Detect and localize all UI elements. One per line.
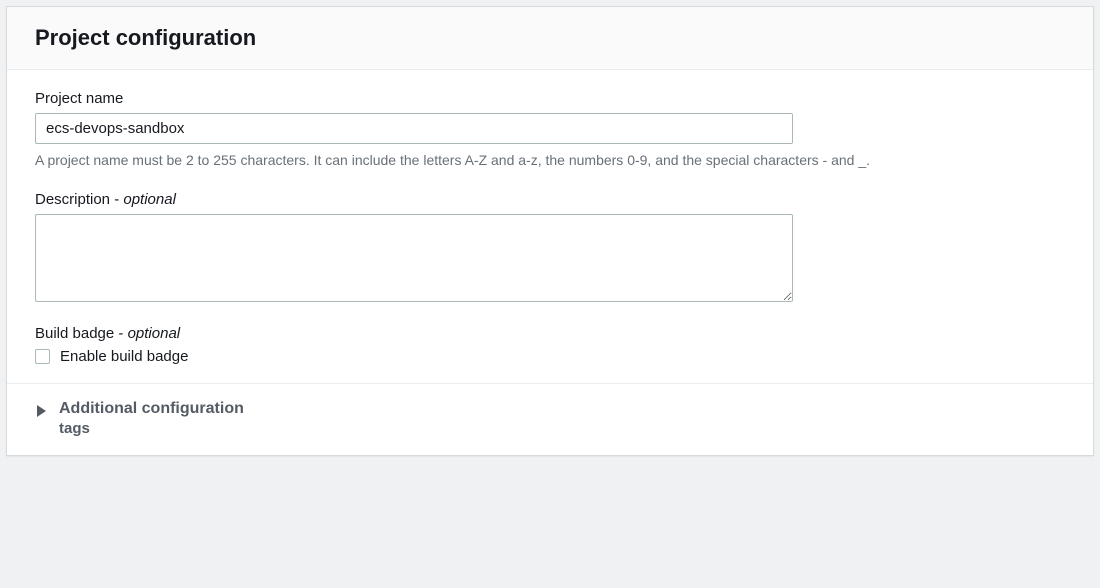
panel-title: Project configuration	[35, 25, 1065, 51]
additional-configuration-title: Additional configuration	[59, 400, 244, 418]
project-configuration-panel: Project configuration Project name A pro…	[6, 6, 1094, 456]
additional-configuration-subtitle: tags	[59, 420, 244, 437]
project-name-input[interactable]	[35, 113, 793, 144]
additional-configuration-section: Additional configuration tags	[7, 383, 1093, 455]
panel-header: Project configuration	[7, 7, 1093, 70]
build-badge-field: Build badge - optional Enable build badg…	[35, 325, 1065, 365]
additional-configuration-toggle[interactable]: Additional configuration tags	[35, 400, 1065, 437]
build-badge-label: Build badge - optional	[35, 325, 1065, 342]
enable-build-badge-checkbox-label[interactable]: Enable build badge	[60, 348, 188, 365]
description-field: Description - optional	[35, 191, 1065, 305]
additional-configuration-title-wrap: Additional configuration tags	[59, 400, 244, 437]
project-name-field: Project name A project name must be 2 to…	[35, 90, 1065, 171]
description-label: Description - optional	[35, 191, 1065, 208]
caret-right-icon	[35, 404, 47, 421]
description-input[interactable]	[35, 214, 793, 302]
project-name-help: A project name must be 2 to 255 characte…	[35, 150, 1005, 171]
build-badge-checkbox-row[interactable]: Enable build badge	[35, 348, 1065, 365]
enable-build-badge-checkbox[interactable]	[35, 349, 50, 364]
panel-body: Project name A project name must be 2 to…	[7, 70, 1093, 383]
project-name-label: Project name	[35, 90, 1065, 107]
